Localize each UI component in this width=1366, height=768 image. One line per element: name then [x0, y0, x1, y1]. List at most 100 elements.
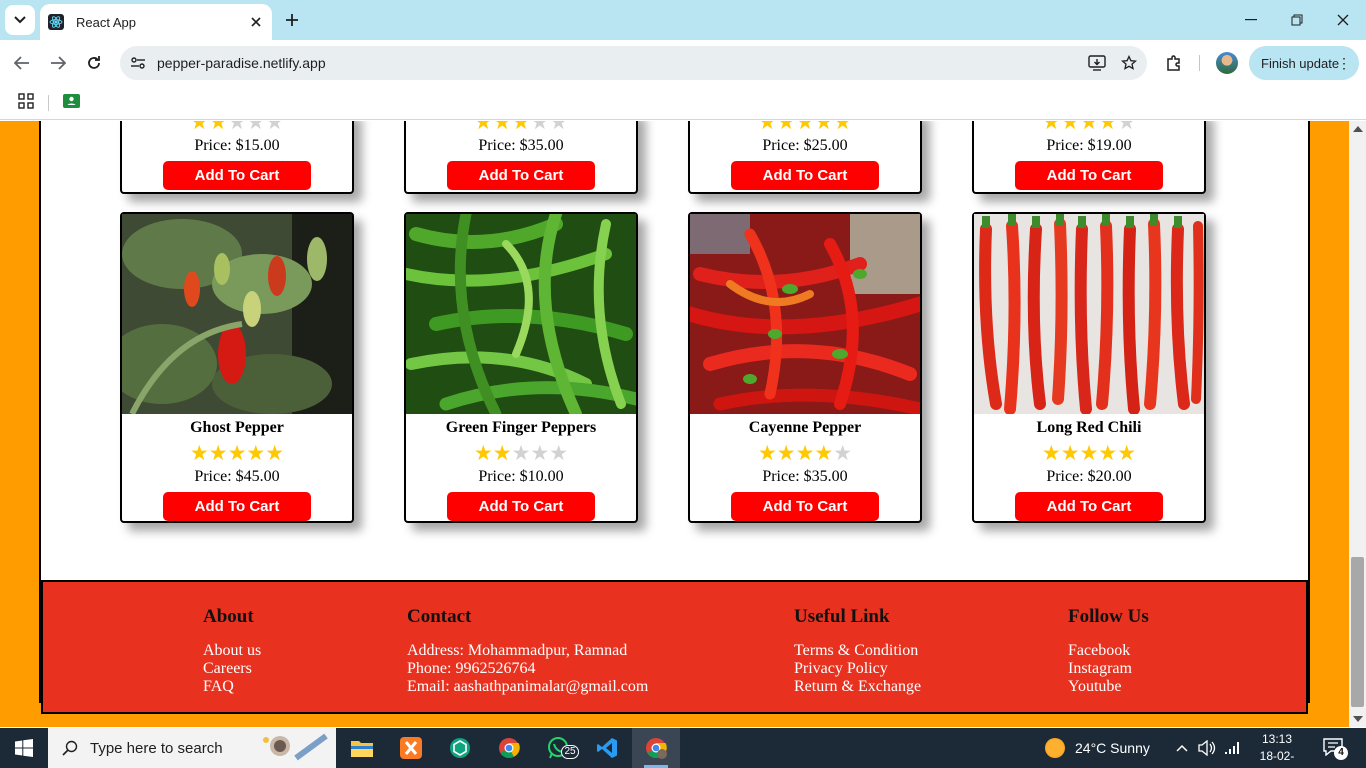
star-filled-icon: ★ — [189, 121, 209, 134]
finish-update-label: Finish update — [1261, 55, 1340, 71]
footer-link-instagram[interactable]: Instagram — [1068, 660, 1149, 678]
back-button[interactable] — [8, 49, 36, 77]
product-card-top-3: ★★★★★ Price: $25.00 Add To Cart — [688, 121, 922, 194]
taskbar-search[interactable]: Type here to search — [48, 728, 336, 768]
add-to-cart-button[interactable]: Add To Cart — [163, 492, 311, 521]
footer-heading-follow: Follow Us — [1068, 606, 1149, 627]
close-window-button[interactable] — [1329, 6, 1357, 34]
add-to-cart-button[interactable]: Add To Cart — [447, 161, 595, 190]
product-price: Price: $15.00 — [194, 137, 280, 154]
start-button[interactable] — [0, 728, 48, 768]
volume-button[interactable] — [1197, 738, 1217, 758]
page-scrollbar[interactable] — [1349, 121, 1366, 727]
cayenne-pepper-image — [690, 214, 920, 414]
chevron-up-icon — [1176, 744, 1188, 752]
site-settings-icon[interactable] — [126, 51, 150, 75]
star-empty-icon: ★ — [549, 442, 569, 465]
network-button[interactable] — [1222, 738, 1242, 758]
star-filled-icon: ★ — [1117, 442, 1137, 465]
folder-icon — [351, 741, 373, 757]
forward-button[interactable] — [44, 49, 72, 77]
rating-stars: ★★★★★ — [406, 442, 636, 466]
extensions-button[interactable] — [1160, 49, 1188, 77]
chatgpt-app[interactable] — [436, 728, 484, 768]
footer-link-terms[interactable]: Terms & Condition — [794, 642, 921, 660]
vscode-app[interactable] — [583, 728, 631, 768]
chrome-active-window[interactable] — [632, 728, 680, 768]
wifi-icon — [1225, 742, 1239, 754]
windows-taskbar: Type here to search 25 24°C Sunny 13:13 … — [0, 728, 1366, 768]
footer-link-youtube[interactable]: Youtube — [1068, 678, 1149, 696]
weather-widget[interactable]: 24°C Sunny — [1045, 728, 1150, 768]
restore-button[interactable] — [1283, 6, 1311, 34]
address-bar[interactable]: pepper-paradise.netlify.app — [120, 46, 1147, 80]
star-filled-icon: ★ — [814, 442, 834, 465]
notification-center-button[interactable]: 4 — [1323, 738, 1348, 760]
star-filled-icon: ★ — [795, 121, 815, 134]
puzzle-icon — [1167, 55, 1180, 71]
footer-about: About About us Careers FAQ — [203, 606, 261, 696]
product-card-long-red-chili[interactable]: Long Red Chili ★★★★★ Price: $20.00 Add T… — [972, 212, 1206, 523]
add-to-cart-button[interactable]: Add To Cart — [1015, 161, 1163, 190]
footer-link-return[interactable]: Return & Exchange — [794, 678, 921, 696]
add-to-cart-button[interactable]: Add To Cart — [447, 492, 595, 521]
minimize-icon — [1245, 19, 1257, 21]
footer-link-about-us[interactable]: About us — [203, 642, 261, 660]
product-price: Price: $20.00 — [1046, 468, 1132, 485]
star-filled-icon: ★ — [757, 121, 777, 134]
tab-react-app[interactable]: React App — [40, 4, 272, 40]
site-footer: About About us Careers FAQ Contact Addre… — [41, 580, 1308, 714]
profile-avatar[interactable] — [1216, 52, 1238, 74]
search-placeholder: Type here to search — [90, 739, 223, 757]
minimize-button[interactable] — [1237, 6, 1265, 34]
apps-grid-icon[interactable] — [18, 93, 34, 109]
finish-update-button[interactable]: Finish update ⋮ — [1249, 46, 1359, 80]
close-tab-icon[interactable] — [246, 12, 266, 32]
add-to-cart-button[interactable]: Add To Cart — [731, 161, 879, 190]
add-to-cart-button[interactable]: Add To Cart — [163, 161, 311, 190]
footer-link-careers[interactable]: Careers — [203, 660, 261, 678]
xampp-app[interactable] — [387, 728, 435, 768]
product-card-ghost-pepper[interactable]: Ghost Pepper ★★★★★ Price: $45.00 Add To … — [120, 212, 354, 523]
star-filled-icon: ★ — [208, 442, 228, 465]
file-explorer-app[interactable] — [338, 728, 386, 768]
install-app-icon[interactable] — [1083, 49, 1111, 77]
more-menu-icon[interactable]: ⋮ — [1337, 55, 1351, 72]
classroom-bookmark-icon[interactable] — [63, 94, 80, 108]
rating-stars: ★★★★★ — [690, 121, 920, 135]
scrollbar-thumb[interactable] — [1351, 557, 1364, 707]
weather-text: 24°C Sunny — [1075, 740, 1150, 756]
footer-useful-links: Useful Link Terms & Condition Privacy Po… — [794, 606, 921, 696]
star-empty-icon: ★ — [549, 121, 569, 134]
whatsapp-app[interactable]: 25 — [534, 728, 582, 768]
react-logo-icon — [48, 14, 64, 30]
close-icon — [1337, 14, 1349, 26]
scroll-down-icon[interactable] — [1353, 716, 1363, 722]
new-tab-button[interactable] — [280, 8, 304, 32]
whatsapp-unread-badge: 25 — [561, 745, 579, 759]
search-icon — [62, 740, 78, 756]
footer-link-faq[interactable]: FAQ — [203, 678, 261, 696]
url-text[interactable]: pepper-paradise.netlify.app — [157, 55, 1083, 71]
footer-link-facebook[interactable]: Facebook — [1068, 642, 1149, 660]
tab-search-button[interactable] — [5, 5, 35, 35]
add-to-cart-button[interactable]: Add To Cart — [731, 492, 879, 521]
chrome-app[interactable] — [485, 728, 533, 768]
product-card-cayenne-pepper[interactable]: Cayenne Pepper ★★★★★ Price: $35.00 Add T… — [688, 212, 922, 523]
footer-heading-contact: Contact — [407, 606, 472, 627]
bookmarks-bar — [0, 86, 1366, 120]
star-filled-icon: ★ — [473, 121, 493, 134]
star-filled-icon: ★ — [795, 442, 815, 465]
product-card-green-finger-peppers[interactable]: Green Finger Peppers ★★★★★ Price: $10.00… — [404, 212, 638, 523]
product-price: Price: $35.00 — [762, 468, 848, 485]
add-to-cart-button[interactable]: Add To Cart — [1015, 492, 1163, 521]
star-filled-icon: ★ — [511, 121, 531, 134]
footer-link-privacy[interactable]: Privacy Policy — [794, 660, 921, 678]
scroll-up-icon[interactable] — [1353, 126, 1363, 132]
reload-button[interactable] — [80, 49, 108, 77]
footer-follow: Follow Us Facebook Instagram Youtube — [1068, 606, 1149, 696]
show-hidden-icons[interactable] — [1172, 738, 1192, 758]
bookmark-star-icon[interactable] — [1115, 49, 1143, 77]
browser-tab-strip: React App — [0, 0, 1366, 40]
system-clock[interactable]: 13:13 18-02-2025 — [1249, 731, 1305, 768]
